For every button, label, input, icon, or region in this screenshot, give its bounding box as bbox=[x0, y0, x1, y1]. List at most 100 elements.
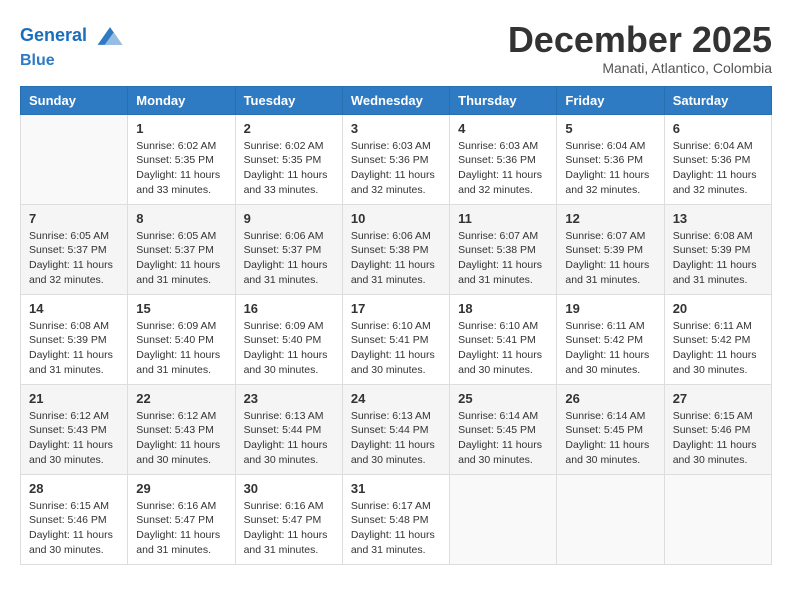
day-number: 5 bbox=[565, 121, 655, 136]
weekday-header-thursday: Thursday bbox=[450, 86, 557, 114]
calendar-cell: 14 Sunrise: 6:08 AMSunset: 5:39 PMDayligh… bbox=[21, 294, 128, 384]
day-number: 23 bbox=[244, 391, 334, 406]
calendar-cell: 6 Sunrise: 6:04 AMSunset: 5:36 PMDaylight… bbox=[664, 114, 771, 204]
day-number: 7 bbox=[29, 211, 119, 226]
day-number: 26 bbox=[565, 391, 655, 406]
day-number: 3 bbox=[351, 121, 441, 136]
day-info: Sunrise: 6:13 AMSunset: 5:44 PMDaylight:… bbox=[351, 409, 441, 468]
logo-blue: Blue bbox=[20, 52, 126, 70]
day-info: Sunrise: 6:04 AMSunset: 5:36 PMDaylight:… bbox=[565, 139, 655, 198]
day-number: 27 bbox=[673, 391, 763, 406]
day-number: 6 bbox=[673, 121, 763, 136]
day-number: 1 bbox=[136, 121, 226, 136]
weekday-header-tuesday: Tuesday bbox=[235, 86, 342, 114]
day-number: 19 bbox=[565, 301, 655, 316]
day-info: Sunrise: 6:07 AMSunset: 5:39 PMDaylight:… bbox=[565, 229, 655, 288]
calendar-cell: 10 Sunrise: 6:06 AMSunset: 5:38 PMDayligh… bbox=[342, 204, 449, 294]
calendar-cell: 24 Sunrise: 6:13 AMSunset: 5:44 PMDayligh… bbox=[342, 384, 449, 474]
day-number: 18 bbox=[458, 301, 548, 316]
day-info: Sunrise: 6:09 AMSunset: 5:40 PMDaylight:… bbox=[244, 319, 334, 378]
logo-text: General bbox=[20, 20, 126, 52]
calendar-cell: 13 Sunrise: 6:08 AMSunset: 5:39 PMDayligh… bbox=[664, 204, 771, 294]
calendar-cell bbox=[664, 474, 771, 564]
day-number: 17 bbox=[351, 301, 441, 316]
day-info: Sunrise: 6:03 AMSunset: 5:36 PMDaylight:… bbox=[458, 139, 548, 198]
day-number: 24 bbox=[351, 391, 441, 406]
weekday-header-saturday: Saturday bbox=[664, 86, 771, 114]
day-info: Sunrise: 6:11 AMSunset: 5:42 PMDaylight:… bbox=[673, 319, 763, 378]
calendar-cell: 29 Sunrise: 6:16 AMSunset: 5:47 PMDayligh… bbox=[128, 474, 235, 564]
day-info: Sunrise: 6:08 AMSunset: 5:39 PMDaylight:… bbox=[29, 319, 119, 378]
calendar-cell: 11 Sunrise: 6:07 AMSunset: 5:38 PMDayligh… bbox=[450, 204, 557, 294]
day-info: Sunrise: 6:16 AMSunset: 5:47 PMDaylight:… bbox=[244, 499, 334, 558]
day-info: Sunrise: 6:07 AMSunset: 5:38 PMDaylight:… bbox=[458, 229, 548, 288]
day-number: 10 bbox=[351, 211, 441, 226]
day-number: 2 bbox=[244, 121, 334, 136]
day-number: 30 bbox=[244, 481, 334, 496]
calendar-week-4: 21 Sunrise: 6:12 AMSunset: 5:43 PMDayligh… bbox=[21, 384, 772, 474]
calendar-cell: 7 Sunrise: 6:05 AMSunset: 5:37 PMDaylight… bbox=[21, 204, 128, 294]
day-number: 9 bbox=[244, 211, 334, 226]
day-info: Sunrise: 6:12 AMSunset: 5:43 PMDaylight:… bbox=[136, 409, 226, 468]
day-info: Sunrise: 6:06 AMSunset: 5:37 PMDaylight:… bbox=[244, 229, 334, 288]
day-info: Sunrise: 6:16 AMSunset: 5:47 PMDaylight:… bbox=[136, 499, 226, 558]
calendar-cell bbox=[557, 474, 664, 564]
day-number: 21 bbox=[29, 391, 119, 406]
calendar-cell: 18 Sunrise: 6:10 AMSunset: 5:41 PMDayligh… bbox=[450, 294, 557, 384]
day-number: 4 bbox=[458, 121, 548, 136]
weekday-header-monday: Monday bbox=[128, 86, 235, 114]
day-info: Sunrise: 6:15 AMSunset: 5:46 PMDaylight:… bbox=[673, 409, 763, 468]
calendar-header-row: SundayMondayTuesdayWednesdayThursdayFrid… bbox=[21, 86, 772, 114]
day-number: 28 bbox=[29, 481, 119, 496]
calendar-week-5: 28 Sunrise: 6:15 AMSunset: 5:46 PMDayligh… bbox=[21, 474, 772, 564]
calendar-cell: 12 Sunrise: 6:07 AMSunset: 5:39 PMDayligh… bbox=[557, 204, 664, 294]
calendar-week-3: 14 Sunrise: 6:08 AMSunset: 5:39 PMDayligh… bbox=[21, 294, 772, 384]
day-number: 13 bbox=[673, 211, 763, 226]
day-number: 8 bbox=[136, 211, 226, 226]
calendar-cell: 19Sunrise: 6:11 AMSunset: 5:42 PMDayligh… bbox=[557, 294, 664, 384]
calendar-cell: 16 Sunrise: 6:09 AMSunset: 5:40 PMDayligh… bbox=[235, 294, 342, 384]
day-number: 11 bbox=[458, 211, 548, 226]
day-number: 12 bbox=[565, 211, 655, 226]
day-info: Sunrise: 6:13 AMSunset: 5:44 PMDaylight:… bbox=[244, 409, 334, 468]
calendar-cell: 26 Sunrise: 6:14 AMSunset: 5:45 PMDayligh… bbox=[557, 384, 664, 474]
calendar-cell: 20Sunrise: 6:11 AMSunset: 5:42 PMDayligh… bbox=[664, 294, 771, 384]
day-info: Sunrise: 6:10 AMSunset: 5:41 PMDaylight:… bbox=[458, 319, 548, 378]
calendar-cell: 8Sunrise: 6:05 AMSunset: 5:37 PMDaylight… bbox=[128, 204, 235, 294]
day-info: Sunrise: 6:14 AMSunset: 5:45 PMDaylight:… bbox=[458, 409, 548, 468]
day-info: Sunrise: 6:09 AMSunset: 5:40 PMDaylight:… bbox=[136, 319, 226, 378]
calendar-cell: 28 Sunrise: 6:15 AMSunset: 5:46 PMDayligh… bbox=[21, 474, 128, 564]
day-number: 25 bbox=[458, 391, 548, 406]
day-number: 15 bbox=[136, 301, 226, 316]
weekday-header-friday: Friday bbox=[557, 86, 664, 114]
calendar-cell: 31Sunrise: 6:17 AMSunset: 5:48 PMDayligh… bbox=[342, 474, 449, 564]
weekday-header-sunday: Sunday bbox=[21, 86, 128, 114]
day-info: Sunrise: 6:08 AMSunset: 5:39 PMDaylight:… bbox=[673, 229, 763, 288]
day-info: Sunrise: 6:06 AMSunset: 5:38 PMDaylight:… bbox=[351, 229, 441, 288]
day-number: 29 bbox=[136, 481, 226, 496]
calendar-week-1: 1 Sunrise: 6:02 AMSunset: 5:35 PMDaylight… bbox=[21, 114, 772, 204]
day-info: Sunrise: 6:02 AMSunset: 5:35 PMDaylight:… bbox=[244, 139, 334, 198]
day-info: Sunrise: 6:05 AMSunset: 5:37 PMDaylight:… bbox=[29, 229, 119, 288]
location-subtitle: Manati, Atlantico, Colombia bbox=[508, 60, 772, 76]
calendar-cell: 21 Sunrise: 6:12 AMSunset: 5:43 PMDayligh… bbox=[21, 384, 128, 474]
day-info: Sunrise: 6:03 AMSunset: 5:36 PMDaylight:… bbox=[351, 139, 441, 198]
calendar-cell: 25 Sunrise: 6:14 AMSunset: 5:45 PMDayligh… bbox=[450, 384, 557, 474]
calendar-cell: 3 Sunrise: 6:03 AMSunset: 5:36 PMDaylight… bbox=[342, 114, 449, 204]
day-number: 16 bbox=[244, 301, 334, 316]
day-number: 14 bbox=[29, 301, 119, 316]
calendar-cell: 23 Sunrise: 6:13 AMSunset: 5:44 PMDayligh… bbox=[235, 384, 342, 474]
title-block: December 2025 Manati, Atlantico, Colombi… bbox=[508, 20, 772, 76]
day-info: Sunrise: 6:02 AMSunset: 5:35 PMDaylight:… bbox=[136, 139, 226, 198]
calendar-cell: 1 Sunrise: 6:02 AMSunset: 5:35 PMDaylight… bbox=[128, 114, 235, 204]
day-info: Sunrise: 6:12 AMSunset: 5:43 PMDaylight:… bbox=[29, 409, 119, 468]
calendar-cell bbox=[450, 474, 557, 564]
day-info: Sunrise: 6:14 AMSunset: 5:45 PMDaylight:… bbox=[565, 409, 655, 468]
calendar-cell bbox=[21, 114, 128, 204]
calendar-cell: 4 Sunrise: 6:03 AMSunset: 5:36 PMDaylight… bbox=[450, 114, 557, 204]
day-info: Sunrise: 6:04 AMSunset: 5:36 PMDaylight:… bbox=[673, 139, 763, 198]
calendar-table: SundayMondayTuesdayWednesdayThursdayFrid… bbox=[20, 86, 772, 565]
calendar-cell: 2 Sunrise: 6:02 AMSunset: 5:35 PMDaylight… bbox=[235, 114, 342, 204]
day-info: Sunrise: 6:15 AMSunset: 5:46 PMDaylight:… bbox=[29, 499, 119, 558]
calendar-cell: 9 Sunrise: 6:06 AMSunset: 5:37 PMDaylight… bbox=[235, 204, 342, 294]
